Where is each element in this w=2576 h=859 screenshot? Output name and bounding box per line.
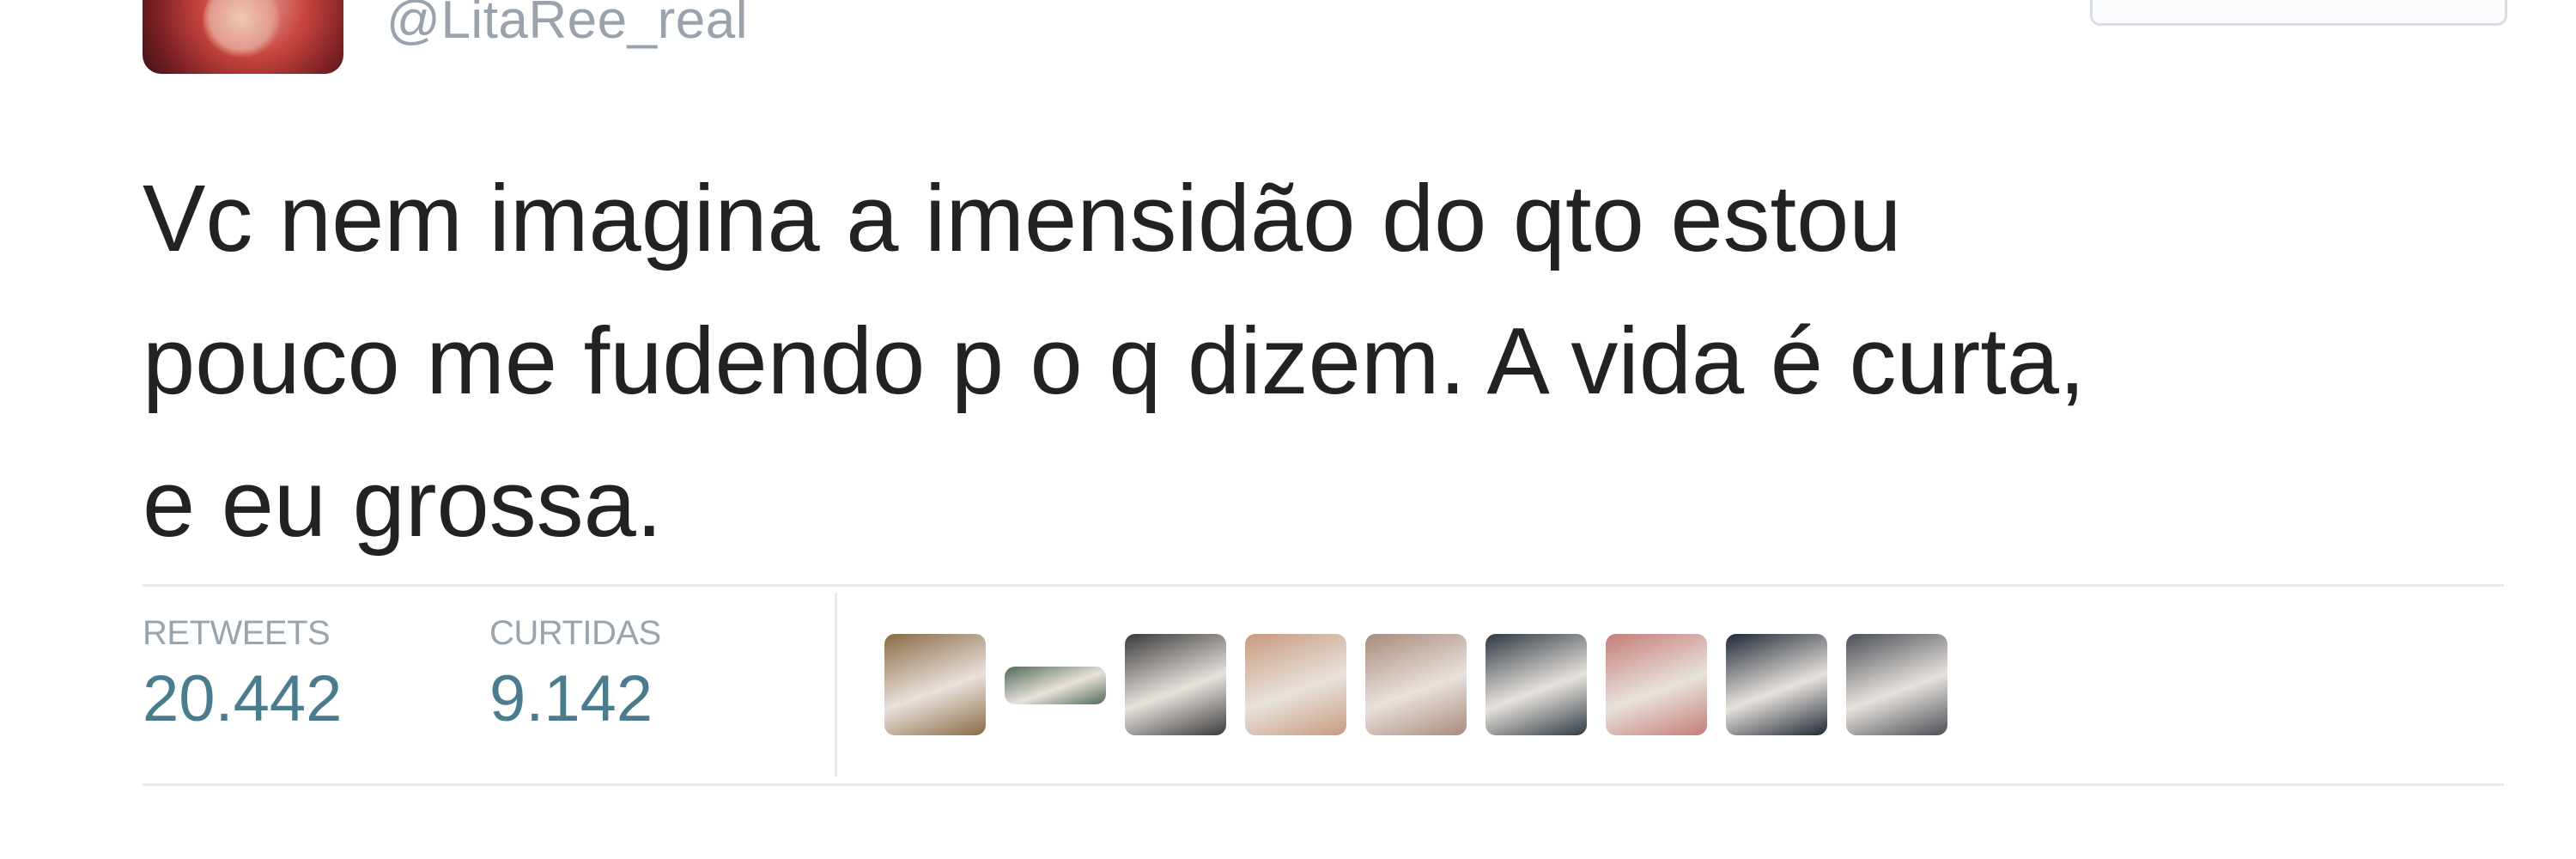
likes-label: CURTIDAS <box>489 614 661 652</box>
stats-separator <box>835 593 837 777</box>
person-avatar-icon[interactable] <box>1485 634 1587 735</box>
follow-button[interactable] <box>2090 0 2507 26</box>
person-avatar-icon[interactable] <box>1365 634 1467 735</box>
person-avatar-icon[interactable] <box>1846 634 1947 735</box>
retweets-label: RETWEETS <box>143 614 331 652</box>
likes-count: 9.142 <box>489 662 653 735</box>
person-avatar-icon[interactable] <box>1726 634 1827 735</box>
retweets-count: 20.442 <box>143 662 343 735</box>
user-handle[interactable]: @LitaRee_real <box>386 0 748 51</box>
landscape-avatar-icon[interactable] <box>1005 667 1106 704</box>
likers-avatar-list <box>884 634 1947 735</box>
dog-avatar-icon[interactable] <box>884 634 986 735</box>
person-avatar-icon[interactable] <box>1245 634 1346 735</box>
user-avatar[interactable] <box>143 0 343 74</box>
likes-stat[interactable]: CURTIDAS 9.142 <box>489 614 661 736</box>
divider <box>143 584 2504 587</box>
person-avatar-icon[interactable] <box>1125 634 1226 735</box>
retweets-stat[interactable]: RETWEETS 20.442 <box>143 614 342 736</box>
tweet-card: @LitaRee_real Vc nem imagina a imensidão… <box>0 0 2576 859</box>
tweet-text: Vc nem imagina a imensidão do qto estou … <box>143 166 2086 557</box>
divider <box>143 783 2504 786</box>
person-avatar-icon[interactable] <box>1606 634 1707 735</box>
